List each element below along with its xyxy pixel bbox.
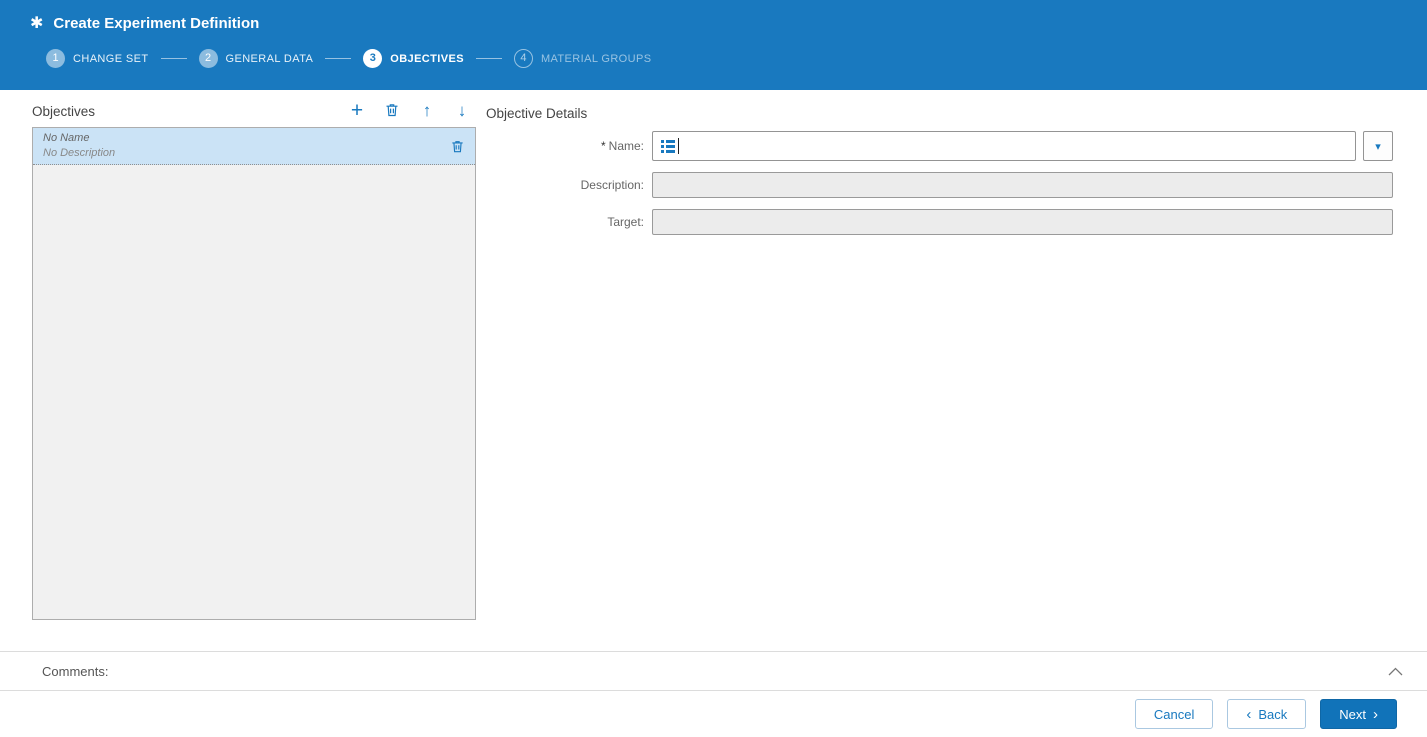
step-2-number: 2: [198, 49, 218, 68]
step-1-label: CHANGE SET: [73, 52, 149, 65]
objective-item-description: No Description: [43, 147, 116, 159]
step-1-number: 1: [46, 49, 65, 68]
name-dropdown-button[interactable]: ▾: [1363, 131, 1393, 161]
name-input[interactable]: [652, 131, 1356, 161]
add-objective-icon[interactable]: +: [348, 100, 366, 121]
objectives-panel-title: Objectives: [32, 104, 96, 119]
back-button-label: Back: [1258, 706, 1288, 722]
step-3-number: 3: [363, 49, 383, 68]
target-label: Target:: [607, 215, 644, 229]
step-3-label: OBJECTIVES: [390, 52, 464, 65]
move-down-icon[interactable]: ↓: [453, 101, 471, 119]
wizard-steps: 1 CHANGE SET 2 GENERAL DATA 3 OBJECTIVES…: [0, 49, 1427, 68]
step-separator: [325, 58, 352, 59]
collapse-chevron-icon[interactable]: [1388, 667, 1403, 676]
objective-item-texts: No Name No Description: [43, 131, 115, 161]
move-up-icon[interactable]: ↑: [418, 101, 436, 119]
objectives-list: No Name No Description: [32, 127, 476, 620]
description-input[interactable]: [652, 172, 1393, 198]
step-4-label: MATERIAL GROUPS: [540, 52, 652, 65]
required-marker: *: [600, 139, 606, 153]
next-button-label: Next: [1339, 706, 1366, 722]
value-list-icon: [661, 140, 675, 153]
step-separator: [475, 58, 502, 59]
description-row: Description:: [486, 172, 1393, 198]
title-row: ✱ Create Experiment Definition: [0, 0, 1427, 32]
cancel-button[interactable]: Cancel: [1134, 699, 1214, 729]
back-button[interactable]: ‹ Back: [1227, 699, 1307, 729]
step-general-data[interactable]: 2 GENERAL DATA: [198, 49, 314, 68]
comments-label: Comments:: [42, 663, 109, 679]
next-chevron-icon: ›: [1373, 705, 1378, 723]
step-objectives[interactable]: 3 OBJECTIVES: [363, 49, 464, 68]
details-panel-header: Objective Details: [486, 105, 587, 123]
objective-list-item[interactable]: No Name No Description: [33, 128, 475, 165]
name-field-group: ▾: [652, 131, 1393, 161]
objective-item-name: No Name: [43, 132, 90, 144]
step-2-label: GENERAL DATA: [225, 52, 314, 65]
cancel-button-label: Cancel: [1153, 706, 1195, 722]
app-asterisk-icon: ✱: [30, 14, 44, 32]
objective-details-form: * Name: ▾ Description: Target:: [486, 131, 1393, 246]
description-label: Description:: [580, 178, 644, 192]
delete-objective-icon[interactable]: [383, 101, 401, 119]
page-title: Create Experiment Definition: [53, 15, 260, 32]
wizard-header: ✱ Create Experiment Definition 1 CHANGE …: [0, 0, 1427, 90]
objectives-panel-header: Objectives + ↑ ↓: [32, 100, 476, 121]
details-panel-title: Objective Details: [486, 106, 588, 121]
wizard-footer: Cancel ‹ Back Next ›: [0, 691, 1427, 737]
next-button[interactable]: Next ›: [1320, 699, 1397, 729]
step-material-groups[interactable]: 4 MATERIAL GROUPS: [513, 49, 652, 68]
step-separator: [160, 58, 187, 59]
text-cursor: [678, 138, 679, 154]
objectives-toolbar: + ↑ ↓: [348, 100, 476, 121]
target-row: Target:: [486, 209, 1393, 235]
back-chevron-icon: ‹: [1246, 705, 1252, 723]
name-label: * Name:: [600, 139, 644, 153]
step-change-set[interactable]: 1 CHANGE SET: [46, 49, 149, 68]
item-trash-icon[interactable]: [450, 139, 465, 154]
step-4-number: 4: [513, 49, 533, 68]
target-input[interactable]: [652, 209, 1393, 235]
name-row: * Name: ▾: [486, 131, 1393, 161]
comments-section-header[interactable]: Comments:: [0, 651, 1427, 691]
